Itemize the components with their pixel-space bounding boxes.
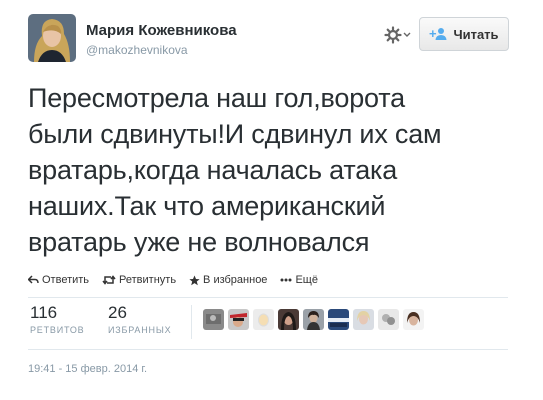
reply-button[interactable]: Ответить [28, 274, 89, 286]
retweet-count-label: РЕТВИТОВ [30, 325, 85, 335]
user-name[interactable]: Мария Кожевникова [86, 22, 237, 39]
favoriter-avatar-image [403, 309, 424, 330]
reply-icon [28, 275, 39, 284]
avatar-image [28, 14, 76, 62]
reply-label: Ответить [42, 274, 90, 286]
tweet-actions: Ответить Ретвитнуть В избранное Ещё [28, 272, 318, 288]
add-user-icon: + [429, 27, 447, 41]
more-label: Ещё [295, 274, 318, 286]
favoriter-avatar[interactable] [378, 309, 399, 330]
tweet-header: Мария Кожевникова @makozhevnikova + Чита… [28, 14, 528, 64]
favoriter-avatar-image [278, 309, 299, 330]
retweet-label: Ретвитнуть [119, 274, 177, 286]
tweet-text-line: были сдвинуты!И сдвинул их сам [28, 119, 442, 149]
favoriter-avatar-image [228, 309, 249, 330]
tweet-text-line: вратарь,когда началась атака [28, 155, 398, 185]
favoriters-list [203, 309, 424, 330]
favoriter-avatar[interactable] [253, 309, 274, 330]
favoriter-avatar[interactable] [203, 309, 224, 330]
favoriter-avatar-image [303, 309, 324, 330]
favoriter-avatar[interactable] [403, 309, 424, 330]
favoriter-avatar-image [378, 309, 399, 330]
follow-button[interactable]: + Читать [419, 17, 509, 51]
stats-separator [191, 305, 192, 339]
follow-button-label: Читать [453, 26, 499, 42]
retweet-icon [102, 275, 116, 285]
favoriter-avatar[interactable] [303, 309, 324, 330]
tweet-text-line: Пересмотрела наш гол,ворота [28, 83, 405, 113]
settings-menu-button[interactable] [384, 24, 412, 46]
favoriter-avatar[interactable] [353, 309, 374, 330]
favorite-label: В избранное [203, 274, 268, 286]
tweet-text: Пересмотрела наш гол,ворота были сдвинут… [28, 80, 498, 260]
chevron-down-icon [403, 32, 411, 37]
favorite-count-value: 26 [108, 303, 127, 322]
tweet-text-line: вратарь уже не волновался [28, 227, 370, 257]
retweet-button[interactable]: Ретвитнуть [102, 274, 176, 286]
more-icon [280, 278, 292, 282]
favoriter-avatar[interactable] [228, 309, 249, 330]
user-handle[interactable]: @makozhevnikova [86, 43, 188, 57]
favorite-button[interactable]: В избранное [189, 274, 267, 286]
favoriter-avatar[interactable] [278, 309, 299, 330]
tweet-timestamp[interactable]: 19:41 - 15 февр. 2014 г. [28, 363, 147, 375]
divider [28, 349, 508, 350]
favoriter-avatar-image [203, 309, 224, 330]
favoriter-avatar[interactable] [328, 309, 349, 330]
favoriter-avatar-image [328, 309, 349, 330]
retweet-count[interactable]: 116 РЕТВИТОВ [30, 303, 84, 335]
more-button[interactable]: Ещё [280, 274, 318, 286]
favorite-count[interactable]: 26 ИЗБРАННЫХ [108, 303, 171, 335]
favoriter-avatar-image [353, 309, 374, 330]
gear-icon [384, 26, 411, 44]
favorite-count-label: ИЗБРАННЫХ [108, 325, 172, 335]
retweet-count-value: 116 [30, 303, 58, 322]
favoriter-avatar-image [253, 309, 274, 330]
divider [28, 297, 508, 298]
avatar[interactable] [28, 14, 76, 62]
star-icon [189, 275, 200, 285]
tweet-text-line: наших.Так что американский [28, 191, 386, 221]
